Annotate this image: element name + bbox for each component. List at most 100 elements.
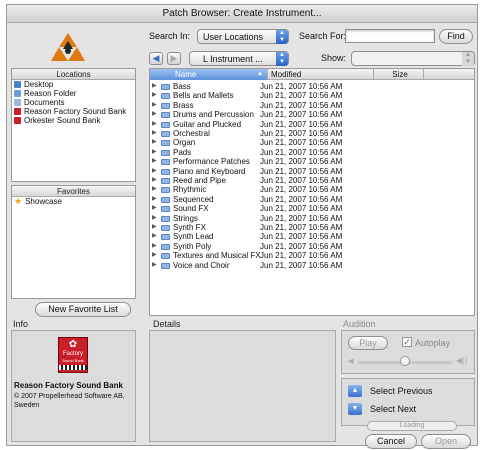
locations-panel: Locations Desktop Reason Folder Documents R… bbox=[11, 68, 136, 182]
disclosure-triangle-icon[interactable]: ▶ bbox=[152, 204, 157, 213]
disclosure-triangle-icon[interactable]: ▶ bbox=[152, 91, 157, 100]
file-list-row[interactable]: ▶ Drums and Percussion Jun 21, 2007 10:56 … bbox=[150, 110, 474, 119]
file-list-row[interactable]: ▶ Synth Poly Jun 21, 2007 10:56 AM bbox=[150, 242, 474, 251]
file-modified: Jun 21, 2007 10:56 AM bbox=[260, 147, 343, 157]
select-next-button[interactable]: ▼ bbox=[348, 403, 362, 415]
file-name: Guitar and Plucked bbox=[173, 119, 242, 129]
file-list-row[interactable]: ▶ Voice and Choir Jun 21, 2007 10:56 AM bbox=[150, 261, 474, 270]
file-list-row[interactable]: ▶ Bass Jun 21, 2007 10:56 AM bbox=[150, 82, 474, 91]
file-list-row[interactable]: ▶ Synth Lead Jun 21, 2007 10:56 AM bbox=[150, 232, 474, 241]
location-item[interactable]: Orkester Sound Bank bbox=[12, 116, 135, 125]
location-item[interactable]: Desktop bbox=[12, 80, 135, 89]
file-list-row[interactable]: ▶ Organ Jun 21, 2007 10:56 AM bbox=[150, 138, 474, 147]
play-button[interactable]: Play bbox=[348, 336, 388, 350]
disclosure-triangle-icon[interactable]: ▶ bbox=[152, 223, 157, 232]
file-list-row[interactable]: ▶ Textures and Musical FX Jun 21, 2007 10:… bbox=[150, 251, 474, 260]
disclosure-triangle-icon[interactable]: ▶ bbox=[152, 232, 157, 241]
folder-icon bbox=[14, 90, 21, 97]
file-list-row[interactable]: ▶ Piano and Keyboard Jun 21, 2007 10:56 AM bbox=[150, 167, 474, 176]
disclosure-triangle-icon[interactable]: ▶ bbox=[152, 138, 157, 147]
favorite-item-showcase[interactable]: ★ Showcase bbox=[12, 197, 135, 207]
disclosure-triangle-icon[interactable]: ▶ bbox=[152, 148, 157, 157]
file-list-row[interactable]: ▶ Brass Jun 21, 2007 10:56 AM bbox=[150, 101, 474, 110]
info-panel: ✿ Factory Sound Bank Reason Factory Soun… bbox=[11, 330, 136, 442]
size-column-header[interactable]: Size bbox=[374, 69, 424, 80]
file-list-row[interactable]: ▶ Rhythmic Jun 21, 2007 10:56 AM bbox=[150, 185, 474, 194]
folder-icon bbox=[161, 225, 170, 231]
file-list-row[interactable]: ▶ Strings Jun 21, 2007 10:56 AM bbox=[150, 214, 474, 223]
back-arrow-icon[interactable]: ◀ bbox=[149, 52, 163, 65]
cancel-button[interactable]: Cancel bbox=[365, 434, 417, 449]
location-item-label: Reason Factory Sound Bank bbox=[24, 107, 127, 116]
forward-arrow-icon[interactable]: ▶ bbox=[167, 52, 181, 65]
search-in-label: Search In: bbox=[149, 31, 191, 41]
disclosure-triangle-icon[interactable]: ▶ bbox=[152, 82, 157, 91]
folder-icon bbox=[161, 131, 170, 137]
disclosure-triangle-icon[interactable]: ▶ bbox=[152, 185, 157, 194]
file-modified: Jun 21, 2007 10:56 AM bbox=[260, 82, 343, 91]
search-in-popup[interactable]: User Locations ▲ ▼ bbox=[197, 29, 289, 44]
up-arrow-icon: ▲ bbox=[351, 387, 359, 394]
locations-header: Locations bbox=[12, 69, 135, 80]
folder-icon bbox=[161, 159, 170, 166]
file-name: Voice and Choir bbox=[173, 260, 230, 270]
show-popup[interactable]: ▲ ▼ bbox=[351, 51, 475, 66]
disclosure-triangle-icon[interactable]: ▶ bbox=[152, 110, 157, 119]
location-item[interactable]: Reason Folder bbox=[12, 89, 135, 98]
file-list-row[interactable]: ▶ Reed and Pipe Jun 21, 2007 10:56 AM bbox=[150, 176, 474, 185]
disclosure-triangle-icon[interactable]: ▶ bbox=[152, 195, 157, 204]
details-panel bbox=[149, 330, 336, 442]
open-button[interactable]: Open bbox=[421, 434, 471, 449]
disclosure-triangle-icon[interactable]: ▶ bbox=[152, 261, 157, 270]
select-previous-button[interactable]: ▲ bbox=[348, 385, 362, 397]
disclosure-triangle-icon[interactable]: ▶ bbox=[152, 242, 157, 251]
popup-arrows-icon: ▲ ▼ bbox=[276, 30, 288, 44]
folder-icon bbox=[161, 206, 170, 213]
modified-column-header[interactable]: Modified bbox=[268, 69, 374, 80]
file-list-row[interactable]: ▶ Sound FX Jun 21, 2007 10:56 AM bbox=[150, 204, 474, 213]
autoplay-checkbox[interactable]: ✓ bbox=[402, 337, 412, 347]
reason-logo-icon: ✿ bbox=[68, 339, 78, 350]
sort-arrow-icon: ▲ bbox=[257, 71, 263, 77]
location-item[interactable]: Documents bbox=[12, 98, 135, 107]
path-popup[interactable]: L Instrument ... ▲ ▼ bbox=[189, 51, 289, 66]
folder-icon bbox=[161, 187, 170, 194]
disclosure-triangle-icon[interactable]: ▶ bbox=[152, 214, 157, 223]
file-name: Bass bbox=[173, 82, 191, 91]
file-list-row[interactable]: ▶ Orchestral Jun 21, 2007 10:56 AM bbox=[150, 129, 474, 138]
popup-arrows-icon: ▲ ▼ bbox=[462, 52, 474, 66]
favorites-panel: Favorites ★ Showcase bbox=[11, 185, 136, 299]
audition-panel: Play ✓ Autoplay ◀ ◀)) bbox=[341, 330, 475, 374]
file-list-row[interactable]: ▶ Synth FX Jun 21, 2007 10:56 AM bbox=[150, 223, 474, 232]
search-for-input[interactable] bbox=[345, 29, 435, 43]
volume-low-icon: ◀ bbox=[348, 358, 354, 365]
disclosure-triangle-icon[interactable]: ▶ bbox=[152, 120, 157, 129]
file-list-row[interactable]: ▶ Sequenced Jun 21, 2007 10:56 AM bbox=[150, 195, 474, 204]
file-list-row[interactable]: ▶ Performance Patches Jun 21, 2007 10:56 A… bbox=[150, 157, 474, 166]
file-modified: Jun 21, 2007 10:56 AM bbox=[260, 213, 343, 223]
file-list-row[interactable]: ▶ Guitar and Plucked Jun 21, 2007 10:56 AM bbox=[150, 120, 474, 129]
location-item-label: Documents bbox=[24, 98, 65, 107]
window-title: Patch Browser: Create Instrument... bbox=[7, 5, 477, 23]
folder-icon bbox=[161, 93, 170, 100]
disclosure-triangle-icon[interactable]: ▶ bbox=[152, 167, 157, 176]
folder-icon bbox=[161, 102, 170, 109]
file-list-row[interactable]: ▶ Pads Jun 21, 2007 10:56 AM bbox=[150, 148, 474, 157]
disclosure-triangle-icon[interactable]: ▶ bbox=[152, 157, 157, 166]
file-modified: Jun 21, 2007 10:56 AM bbox=[260, 110, 343, 120]
new-favorite-list-button[interactable]: New Favorite List bbox=[35, 302, 131, 317]
file-list-row[interactable]: ▶ Bells and Mallets Jun 21, 2007 10:56 AM bbox=[150, 91, 474, 100]
disclosure-triangle-icon[interactable]: ▶ bbox=[152, 176, 157, 185]
volume-slider-knob[interactable] bbox=[400, 356, 410, 366]
autoplay-label: Autoplay bbox=[415, 338, 451, 348]
file-modified: Jun 21, 2007 10:56 AM bbox=[260, 204, 343, 214]
name-column-header[interactable]: Name ▲ bbox=[150, 69, 268, 80]
location-item[interactable]: Reason Factory Sound Bank bbox=[12, 107, 135, 116]
disclosure-triangle-icon[interactable]: ▶ bbox=[152, 129, 157, 138]
disclosure-triangle-icon[interactable]: ▶ bbox=[152, 101, 157, 110]
find-button[interactable]: Find bbox=[439, 29, 473, 44]
factory-sound-bank-badge: ✿ Factory Sound Bank bbox=[58, 337, 88, 373]
disclosure-triangle-icon[interactable]: ▶ bbox=[152, 251, 157, 260]
folder-icon bbox=[161, 112, 170, 119]
badge-text: Factory bbox=[62, 351, 83, 357]
